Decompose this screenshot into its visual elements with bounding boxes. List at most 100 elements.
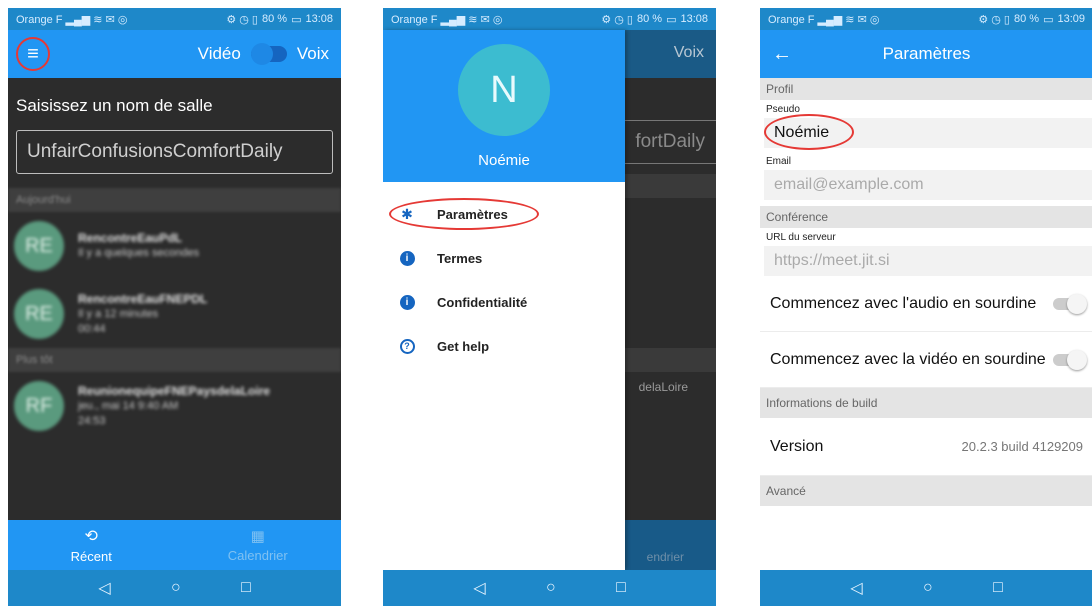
video-muted-row: Commencez avec la vidéo en sourdine — [760, 332, 1092, 388]
drawer-item-settings[interactable]: ✱ Paramètres — [383, 192, 625, 236]
settings-list: Profil Pseudo Noémie Email email@example… — [760, 78, 1092, 570]
meeting-name: RencontreEauFNEPDL — [78, 291, 208, 306]
recents-icon[interactable]: □ — [241, 579, 251, 597]
video-muted-toggle[interactable] — [1053, 349, 1087, 370]
system-nav-bar: ◁ ○ □ — [383, 570, 716, 606]
carrier-label: Orange F ▂▄▆ ≋ ✉ ◎ — [391, 13, 503, 26]
video-voice-toggle[interactable] — [250, 43, 287, 65]
battery-level: 80 % — [636, 13, 663, 25]
pseudo-field[interactable]: Noémie — [764, 114, 1092, 150]
screenshot-collage: Orange F ▂▄▆ ≋ ✉ ◎ ⚙ ◷ ▯ 80 % ▭ 13:08 ≡ Vid… — [0, 0, 1092, 606]
meeting-name: ReunionequipeFNEPaysdelaLoire — [78, 383, 271, 398]
meeting-duration: 24:53 — [78, 414, 106, 427]
phone-recent-screen: Orange F ▂▄▆ ≋ ✉ ◎ ⚙ ◷ ▯ 80 % ▭ 13:08 ≡ Vid… — [8, 8, 341, 606]
status-bar: Orange F ▂▄▆ ≋ ✉ ◎ ⚙ ◷ ▯ 80 % ▭ 13:09 — [760, 8, 1092, 30]
battery-icon: ▭ — [291, 13, 302, 26]
back-arrow-icon[interactable]: ← — [772, 43, 796, 66]
help-icon: ? — [399, 338, 415, 354]
drawer-item-terms[interactable]: i Termes — [383, 236, 625, 280]
clock: 13:08 — [680, 13, 708, 25]
audio-muted-toggle[interactable] — [1053, 293, 1087, 314]
back-icon[interactable]: ◁ — [98, 578, 110, 598]
status-icons: ⚙ ◷ ▯ — [601, 13, 633, 26]
clock: 13:09 — [1057, 13, 1085, 25]
navigation-drawer: N Noémie ✱ Paramètres i Termes i Confide… — [383, 30, 625, 570]
app-bar: ≡ Vidéo Voix — [8, 30, 341, 78]
server-url-label: URL du serveur — [766, 231, 836, 243]
dimmed-voice-label: Voix — [673, 44, 704, 61]
meeting-name: RencontreEauPdL — [78, 231, 183, 245]
system-nav-bar: ◁ ○ □ — [760, 570, 1092, 606]
room-name-input[interactable]: UnfairConfusionsComfortDaily — [16, 130, 333, 174]
drawer-header: N Noémie — [383, 30, 625, 182]
info-icon: i — [399, 294, 415, 310]
avatar: RE — [14, 221, 64, 271]
avatar: RE — [14, 289, 64, 339]
status-icons: ⚙ ◷ ▯ — [978, 13, 1010, 26]
home-icon[interactable]: ○ — [923, 579, 933, 597]
version-row: Version 20.2.3 build 4129209 — [760, 418, 1092, 476]
page-title: Paramètres — [882, 44, 971, 63]
section-header-conference: Conférence — [760, 206, 1092, 228]
back-icon[interactable]: ◁ — [473, 578, 485, 598]
video-muted-label: Commencez avec la vidéo en sourdine — [770, 350, 1046, 368]
recents-icon[interactable]: □ — [616, 579, 626, 597]
meeting-duration: 00:44 — [78, 322, 106, 335]
status-bar: Orange F ▂▄▆ ≋ ✉ ◎ ⚙ ◷ ▯ 80 % ▭ 13:08 — [8, 8, 341, 30]
highlight-circle — [389, 198, 539, 230]
dimmed-section-header — [616, 174, 716, 198]
section-header-advanced: Avancé — [760, 476, 1092, 506]
server-url-field[interactable]: https://meet.jit.si — [764, 246, 1092, 276]
home-icon[interactable]: ○ — [171, 579, 181, 597]
battery-icon: ▭ — [666, 13, 677, 26]
hamburger-menu-button[interactable]: ≡ — [16, 37, 50, 71]
app-bar: ← Paramètres — [760, 30, 1092, 78]
calendar-icon: ▦ — [250, 528, 265, 545]
list-item[interactable]: RE RencontreEauPdL Il y a quelques second… — [8, 212, 341, 280]
battery-icon: ▭ — [1043, 13, 1054, 26]
list-item[interactable]: RE RencontreEauFNEPDL Il y a 12 minutes 00… — [8, 280, 341, 348]
main-content: Saisissez un nom de salle UnfairConfusio… — [8, 78, 341, 520]
battery-level: 80 % — [1013, 13, 1040, 25]
drawer-item-label: Termes — [437, 250, 483, 266]
room-name-prompt: Saisissez un nom de salle — [16, 96, 213, 115]
home-icon[interactable]: ○ — [546, 579, 556, 597]
tab-calendar[interactable]: ▦ Calendrier — [175, 520, 342, 570]
back-icon[interactable]: ◁ — [850, 578, 862, 598]
section-header-older: Plus tôt — [8, 348, 341, 372]
meeting-time: Il y a quelques secondes — [78, 247, 200, 259]
email-field[interactable]: email@example.com — [764, 170, 1092, 200]
system-nav-bar: ◁ ○ □ — [8, 570, 341, 606]
list-item[interactable]: RF ReunionequipeFNEPaysdelaLoire jeu., ma… — [8, 372, 341, 440]
version-value: 20.2.3 build 4129209 — [961, 439, 1083, 454]
signal-icon: ▂▄▆ ≋ ✉ ◎ — [817, 13, 880, 26]
drawer-item-help[interactable]: ? Get help — [383, 324, 625, 368]
carrier-label: Orange F ▂▄▆ ≋ ✉ ◎ — [16, 13, 128, 26]
recents-icon[interactable]: □ — [993, 579, 1003, 597]
dimmed-room-input: fortDaily — [610, 120, 716, 164]
phone-drawer-screen: Orange F ▂▄▆ ≋ ✉ ◎ ⚙ ◷ ▯ 80 % ▭ 13:08 Voix … — [383, 8, 716, 606]
drawer-item-label: Confidentialité — [437, 294, 528, 310]
email-label: Email — [766, 155, 792, 167]
meeting-time: Il y a 12 minutes — [78, 307, 159, 320]
avatar: RF — [14, 381, 64, 431]
video-label: Vidéo — [197, 44, 241, 63]
section-header-profile: Profil — [760, 78, 1092, 100]
phone-settings-screen: Orange F ▂▄▆ ≋ ✉ ◎ ⚙ ◷ ▯ 80 % ▭ 13:09 ← Par… — [760, 8, 1092, 606]
drawer-item-privacy[interactable]: i Confidentialité — [383, 280, 625, 324]
signal-icon: ▂▄▆ ≋ ✉ ◎ — [440, 13, 503, 26]
tab-recent-label: Récent — [70, 549, 112, 564]
section-header-build: Informations de build — [760, 388, 1092, 418]
clock: 13:08 — [305, 13, 333, 25]
meeting-time: jeu., mai 14 9:40 AM — [78, 399, 179, 412]
status-icons: ⚙ ◷ ▯ — [226, 13, 258, 26]
voice-label: Voix — [296, 44, 329, 63]
tab-recent[interactable]: ⟲ Récent — [8, 520, 175, 570]
hamburger-icon: ≡ — [27, 42, 39, 65]
status-bar: Orange F ▂▄▆ ≋ ✉ ◎ ⚙ ◷ ▯ 80 % ▭ 13:08 — [383, 8, 716, 30]
audio-muted-row: Commencez avec l'audio en sourdine — [760, 276, 1092, 332]
signal-icon: ▂▄▆ ≋ ✉ ◎ — [65, 13, 128, 26]
audio-muted-label: Commencez avec l'audio en sourdine — [770, 294, 1037, 312]
dimmed-section-header — [616, 348, 716, 372]
drawer-item-label: Get help — [437, 338, 490, 354]
